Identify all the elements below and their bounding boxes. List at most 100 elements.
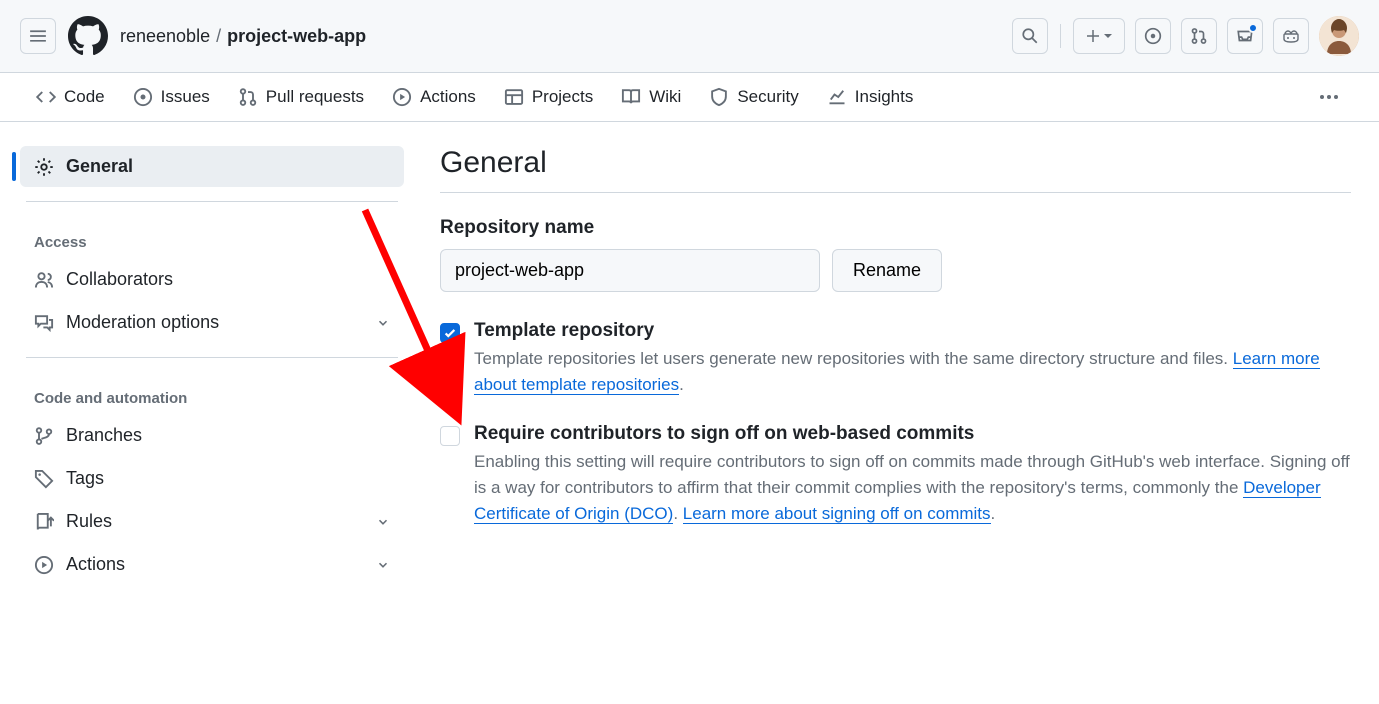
tab-more[interactable] (1303, 84, 1355, 110)
tab-code[interactable]: Code (24, 73, 117, 121)
template-repo-desc: Template repositories let users generate… (474, 346, 1351, 399)
sidebar-rules-label: Rules (66, 511, 112, 532)
template-repo-body: Template repository Template repositorie… (474, 320, 1351, 399)
pull-request-icon (238, 87, 258, 107)
issue-opened-icon (1144, 27, 1162, 45)
sidebar-item-tags[interactable]: Tags (20, 458, 404, 499)
pull-requests-tray-button[interactable] (1181, 18, 1217, 54)
search-button[interactable] (1012, 18, 1048, 54)
search-icon (1021, 27, 1039, 45)
github-icon (68, 16, 108, 56)
caret-down-icon (1103, 31, 1113, 41)
tab-code-label: Code (64, 87, 105, 107)
tab-projects[interactable]: Projects (492, 73, 605, 121)
tab-pulls-label: Pull requests (266, 87, 364, 107)
template-desc-text: Template repositories let users generate… (474, 349, 1233, 368)
kebab-icon (1319, 94, 1339, 100)
tab-actions[interactable]: Actions (380, 73, 488, 121)
tab-wiki[interactable]: Wiki (609, 73, 693, 121)
git-branch-icon (34, 426, 54, 446)
hamburger-menu-button[interactable] (20, 18, 56, 54)
repo-name-input[interactable] (440, 249, 820, 292)
people-icon (34, 270, 54, 290)
chevron-down-icon (376, 515, 390, 529)
sidebar-item-general[interactable]: General (20, 146, 404, 187)
template-repo-title: Template repository (474, 320, 1351, 342)
sidebar-collaborators-label: Collaborators (66, 269, 173, 290)
notifications-button[interactable] (1227, 18, 1263, 54)
tab-actions-label: Actions (420, 87, 476, 107)
sidebar-code-header: Code and automation (12, 372, 412, 415)
sidebar-item-actions[interactable]: Actions (20, 544, 404, 585)
sidebar-item-rules[interactable]: Rules (20, 501, 404, 542)
copilot-button[interactable] (1273, 18, 1309, 54)
sidebar-divider (26, 357, 398, 358)
rename-row: Rename (440, 249, 1351, 292)
settings-sidebar: General Access Collaborators Moderation … (12, 146, 412, 587)
create-new-button[interactable] (1073, 18, 1125, 54)
sidebar-actions-label: Actions (66, 554, 125, 575)
signoff-mid: . (673, 504, 682, 523)
signoff-learn-more-link[interactable]: Learn more about signing off on commits (683, 504, 991, 524)
user-avatar[interactable] (1319, 16, 1359, 56)
signoff-checkbox[interactable] (440, 426, 460, 446)
copilot-icon (1281, 27, 1301, 45)
code-icon (36, 87, 56, 107)
settings-content: General Repository name Rename Template … (440, 146, 1379, 587)
tab-wiki-label: Wiki (649, 87, 681, 107)
tab-issues[interactable]: Issues (121, 73, 222, 121)
sidebar-item-collaborators[interactable]: Collaborators (20, 259, 404, 300)
play-circle-icon (34, 555, 54, 575)
git-pull-request-icon (1190, 27, 1208, 45)
notification-dot (1248, 23, 1258, 33)
signoff-title: Require contributors to sign off on web-… (474, 423, 1351, 445)
book-icon (621, 87, 641, 107)
tab-insights[interactable]: Insights (815, 73, 926, 121)
shield-icon (709, 87, 729, 107)
sidebar-branches-label: Branches (66, 425, 142, 446)
global-header: reneenoble / project-web-app (0, 0, 1379, 73)
issues-tray-button[interactable] (1135, 18, 1171, 54)
signoff-body: Require contributors to sign off on web-… (474, 423, 1351, 528)
gear-icon (34, 157, 54, 177)
sidebar-access-header: Access (12, 216, 412, 259)
sidebar-moderation-label: Moderation options (66, 312, 219, 333)
issue-icon (133, 87, 153, 107)
tab-pulls[interactable]: Pull requests (226, 73, 376, 121)
settings-layout: General Access Collaborators Moderation … (0, 122, 1379, 611)
repo-push-icon (34, 512, 54, 532)
table-icon (504, 87, 524, 107)
sidebar-item-branches[interactable]: Branches (20, 415, 404, 456)
template-repo-setting: Template repository Template repositorie… (440, 320, 1351, 399)
page-title: General (440, 146, 1351, 193)
tab-issues-label: Issues (161, 87, 210, 107)
rename-button[interactable]: Rename (832, 249, 942, 292)
signoff-desc-a: Enabling this setting will require contr… (474, 452, 1350, 497)
github-logo[interactable] (68, 16, 108, 56)
chevron-down-icon (376, 558, 390, 572)
breadcrumb-owner[interactable]: reneenoble (120, 26, 210, 47)
sidebar-divider (26, 201, 398, 202)
tag-icon (34, 469, 54, 489)
chevron-down-icon (376, 316, 390, 330)
sidebar-item-moderation[interactable]: Moderation options (20, 302, 404, 343)
breadcrumb: reneenoble / project-web-app (120, 26, 366, 47)
sidebar-general-label: General (66, 156, 133, 177)
breadcrumb-repo[interactable]: project-web-app (227, 26, 366, 47)
signoff-end: . (991, 504, 996, 523)
plus-icon (1085, 28, 1101, 44)
tab-insights-label: Insights (855, 87, 914, 107)
repo-name-label: Repository name (440, 217, 1351, 239)
template-repo-checkbox[interactable] (440, 323, 460, 343)
comment-discussion-icon (34, 313, 54, 333)
divider (1060, 24, 1061, 48)
tab-security[interactable]: Security (697, 73, 810, 121)
signoff-setting: Require contributors to sign off on web-… (440, 423, 1351, 528)
repo-nav: Code Issues Pull requests Actions Projec… (0, 73, 1379, 122)
graph-icon (827, 87, 847, 107)
signoff-desc: Enabling this setting will require contr… (474, 449, 1351, 528)
breadcrumb-separator: / (216, 26, 221, 47)
play-icon (392, 87, 412, 107)
tab-projects-label: Projects (532, 87, 593, 107)
tab-security-label: Security (737, 87, 798, 107)
